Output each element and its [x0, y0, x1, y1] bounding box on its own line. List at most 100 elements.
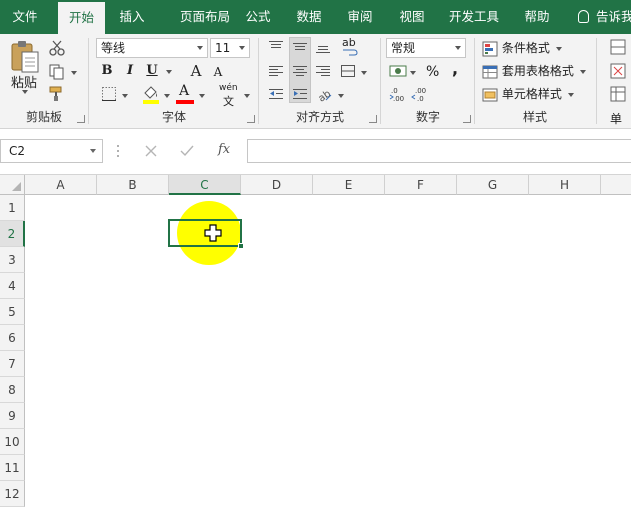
font-launcher[interactable]: [247, 115, 255, 123]
name-box[interactable]: C2: [0, 139, 103, 163]
column-header-d[interactable]: D: [241, 175, 313, 195]
tab-page-layout[interactable]: 页面布局: [161, 0, 249, 34]
cut-icon[interactable]: [49, 40, 65, 56]
border-icon[interactable]: [101, 86, 117, 102]
row-header-11[interactable]: 11: [0, 455, 25, 481]
align-left-icon[interactable]: [268, 63, 284, 79]
phonetic-dropdown-arrow[interactable]: [244, 94, 250, 98]
orientation-dropdown-arrow[interactable]: [338, 94, 344, 98]
column-header-e[interactable]: E: [313, 175, 385, 195]
tab-formulas[interactable]: 公式: [242, 0, 274, 34]
font-name-combo[interactable]: 等线: [96, 38, 208, 58]
confirm-entry-icon[interactable]: [180, 145, 194, 157]
row-header-10[interactable]: 10: [0, 429, 25, 455]
chevron-down-icon[interactable]: [90, 149, 96, 153]
row-header-3[interactable]: 3: [0, 247, 25, 273]
row-header-12[interactable]: 12: [0, 481, 25, 507]
number-launcher[interactable]: [463, 115, 471, 123]
wrap-text-button[interactable]: ab: [340, 36, 362, 56]
comma-style-button[interactable]: ,: [452, 59, 458, 78]
clipboard-launcher[interactable]: [77, 115, 85, 123]
column-header-a[interactable]: A: [25, 175, 97, 195]
orientation-icon[interactable]: ab: [316, 86, 332, 102]
decrease-indent-icon[interactable]: [268, 86, 284, 102]
bold-button[interactable]: B: [98, 61, 116, 81]
tab-review[interactable]: 审阅: [343, 0, 377, 34]
format-as-table-dropdown-arrow[interactable]: [580, 70, 586, 74]
tab-file[interactable]: 文件: [0, 0, 50, 34]
fill-color-dropdown-arrow[interactable]: [164, 94, 170, 98]
column-header-b[interactable]: B: [97, 175, 169, 195]
vertical-dots-icon[interactable]: [116, 144, 120, 158]
formula-input[interactable]: [247, 139, 631, 163]
increase-decimal-icon[interactable]: .0.00: [389, 86, 407, 102]
number-format-combo[interactable]: 常规: [386, 38, 466, 58]
alignment-launcher[interactable]: [369, 115, 377, 123]
accounting-format-icon[interactable]: [389, 63, 407, 79]
align-middle-icon[interactable]: [292, 39, 308, 55]
merge-center-icon[interactable]: [340, 63, 356, 79]
align-top-icon[interactable]: [268, 39, 284, 55]
chevron-down-icon[interactable]: [239, 46, 245, 50]
format-cells-icon[interactable]: [610, 86, 626, 102]
format-as-table-button[interactable]: 套用表格格式: [482, 61, 574, 81]
row-header-7[interactable]: 7: [0, 351, 25, 377]
underline-dropdown-arrow[interactable]: [166, 70, 172, 74]
cancel-entry-icon[interactable]: [145, 145, 157, 157]
row-header-8[interactable]: 8: [0, 377, 25, 403]
shrink-font-button[interactable]: A: [209, 62, 227, 82]
font-color-button[interactable]: A: [176, 83, 194, 104]
conditional-formatting-button[interactable]: 条件格式: [482, 38, 550, 58]
insert-cells-icon[interactable]: [610, 39, 626, 55]
paste-dropdown-arrow[interactable]: [22, 90, 28, 94]
copy-icon[interactable]: [49, 64, 65, 80]
grow-font-button[interactable]: A: [187, 61, 205, 81]
tab-developer[interactable]: 开发工具: [444, 0, 504, 34]
align-center-icon[interactable]: [292, 63, 308, 79]
column-header-f[interactable]: F: [385, 175, 457, 195]
copy-dropdown-arrow[interactable]: [71, 71, 77, 75]
insert-function-button[interactable]: fx: [218, 142, 230, 157]
font-size-combo[interactable]: 11: [210, 38, 250, 58]
cell-styles-dropdown-arrow[interactable]: [568, 93, 574, 97]
row-header-6[interactable]: 6: [0, 325, 25, 351]
delete-cells-icon[interactable]: [610, 63, 626, 79]
align-bottom-icon[interactable]: [315, 39, 331, 55]
column-header-next[interactable]: [601, 175, 631, 195]
increase-indent-icon[interactable]: [292, 86, 308, 102]
align-right-icon[interactable]: [315, 63, 331, 79]
phonetic-guide-button[interactable]: wén 文: [218, 83, 244, 108]
cell-styles-button[interactable]: 单元格样式: [482, 84, 562, 104]
fill-color-icon[interactable]: [142, 84, 160, 104]
row-header-9[interactable]: 9: [0, 403, 25, 429]
row-header-5[interactable]: 5: [0, 299, 25, 325]
row-header-4[interactable]: 4: [0, 273, 25, 299]
column-header-h[interactable]: H: [529, 175, 601, 195]
tab-insert[interactable]: 插入: [110, 0, 154, 34]
row-header-2[interactable]: 2: [0, 221, 25, 247]
decrease-decimal-icon[interactable]: .00.0: [411, 86, 429, 102]
conditional-dropdown-arrow[interactable]: [556, 47, 562, 51]
border-dropdown-arrow[interactable]: [122, 94, 128, 98]
column-header-c[interactable]: C: [169, 175, 241, 195]
tab-home[interactable]: 开始: [58, 2, 105, 34]
chevron-down-icon[interactable]: [455, 46, 461, 50]
tab-view[interactable]: 视图: [396, 0, 428, 34]
percent-style-button[interactable]: %: [426, 64, 439, 80]
italic-button[interactable]: I: [121, 61, 139, 81]
underline-button[interactable]: U: [143, 61, 161, 81]
merge-dropdown-arrow[interactable]: [361, 71, 367, 75]
column-header-g[interactable]: G: [457, 175, 529, 195]
font-color-dropdown-arrow[interactable]: [199, 94, 205, 98]
tell-me-box[interactable]: 告诉我: [578, 0, 631, 34]
select-all-button[interactable]: [0, 175, 25, 195]
format-painter-icon[interactable]: [49, 86, 65, 102]
fill-handle[interactable]: [238, 243, 244, 249]
tab-data[interactable]: 数据: [291, 0, 327, 34]
chevron-down-icon[interactable]: [197, 46, 203, 50]
row-header-1[interactable]: 1: [0, 195, 25, 221]
accounting-dropdown-arrow[interactable]: [410, 71, 416, 75]
worksheet-grid[interactable]: A B C D E F G H 1 2 3 4 5 6 7 8 9 10 11 …: [0, 175, 631, 512]
paste-button[interactable]: 粘贴: [8, 40, 42, 94]
tab-help[interactable]: 帮助: [521, 0, 553, 34]
